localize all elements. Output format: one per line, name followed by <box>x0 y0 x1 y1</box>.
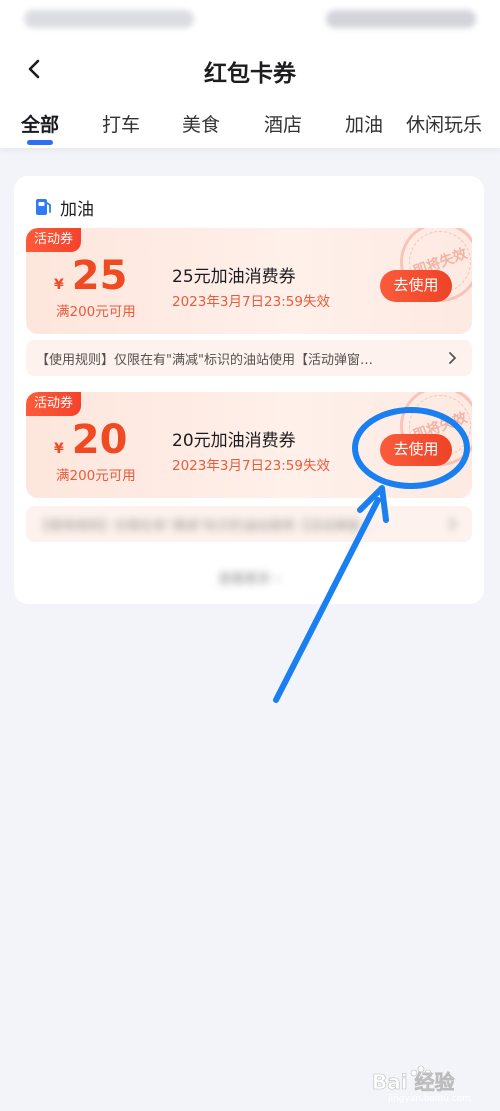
coupon-name: 20元加油消费券 <box>172 431 296 451</box>
rules-text: 【使用规则】仅限在有"满减"标识的油站使用【活动弹窗… <box>36 352 373 368</box>
page-title: 红包卡券 <box>204 61 296 87</box>
amount-value: 25 <box>71 253 128 299</box>
header: 红包卡券 <box>0 40 500 100</box>
usage-condition: 满200元可用 <box>56 304 136 320</box>
currency-symbol: ¥ <box>54 441 64 457</box>
coupon-item: 即将失效 活动券 ¥ 25 满200元可用 25元加油消费券 2023年3月7日… <box>26 228 472 334</box>
coupon-expiry: 2023年3月7日23:59失效 <box>172 458 330 474</box>
watermark-text: Bai 经验 <box>372 1070 455 1094</box>
fuel-pump-icon <box>36 199 51 215</box>
usage-condition: 满200元可用 <box>56 468 136 484</box>
view-more-link[interactable]: 查看更多 › <box>14 568 484 587</box>
tab-all[interactable]: 全部 <box>21 110 59 137</box>
rules-text: 【使用规则】仅限在有"满减"标识的油站使用【活动弹窗… <box>36 518 373 534</box>
coupon-card: 加油 即将失效 活动券 ¥ 25 满200元可用 25元加油消费券 2023年3… <box>14 176 484 604</box>
coupon-expiry: 2023年3月7日23:59失效 <box>172 294 330 310</box>
status-carrier-blurred <box>24 10 194 28</box>
tab-food[interactable]: 美食 <box>182 110 220 137</box>
tab-taxi[interactable]: 打车 <box>102 110 140 137</box>
coupon-name: 25元加油消费券 <box>172 267 296 287</box>
amount-value: 20 <box>71 417 128 463</box>
tab-fuel[interactable]: 加油 <box>345 110 383 137</box>
chevron-right-icon <box>448 351 458 365</box>
section-title: 加油 <box>60 199 94 220</box>
activity-badge: 活动券 <box>26 228 82 252</box>
active-tab-indicator <box>27 140 53 145</box>
watermark-subtext: jingyan.baidu.com <box>387 1094 471 1103</box>
use-coupon-button[interactable]: 去使用 <box>380 270 452 302</box>
status-bar <box>0 0 500 40</box>
section-header: 加油 <box>34 194 94 220</box>
use-coupon-button[interactable]: 去使用 <box>380 434 452 466</box>
coupon-amount: ¥ 20 <box>54 418 164 468</box>
status-indicators-blurred <box>326 10 476 28</box>
coupon-rules-row[interactable]: 【使用规则】仅限在有"满减"标识的油站使用【活动弹窗… <box>26 340 472 376</box>
chevron-right-icon <box>448 517 458 531</box>
coupon-amount: ¥ 25 <box>54 254 164 304</box>
coupon-rules-row[interactable]: 【使用规则】仅限在有"满减"标识的油站使用【活动弹窗… <box>26 506 472 542</box>
category-tabs: 全部 打车 美食 酒店 加油 休闲玩乐 <box>0 100 500 148</box>
activity-badge: 活动券 <box>26 392 82 416</box>
coupon-item: 即将失效 活动券 ¥ 20 满200元可用 20元加油消费券 2023年3月7日… <box>26 392 472 498</box>
tab-hotel[interactable]: 酒店 <box>264 110 302 137</box>
currency-symbol: ¥ <box>54 277 64 293</box>
baidu-watermark: Bai 经验 jingyan.baidu.com <box>372 1065 471 1103</box>
tab-leisure[interactable]: 休闲玩乐 <box>406 110 482 137</box>
